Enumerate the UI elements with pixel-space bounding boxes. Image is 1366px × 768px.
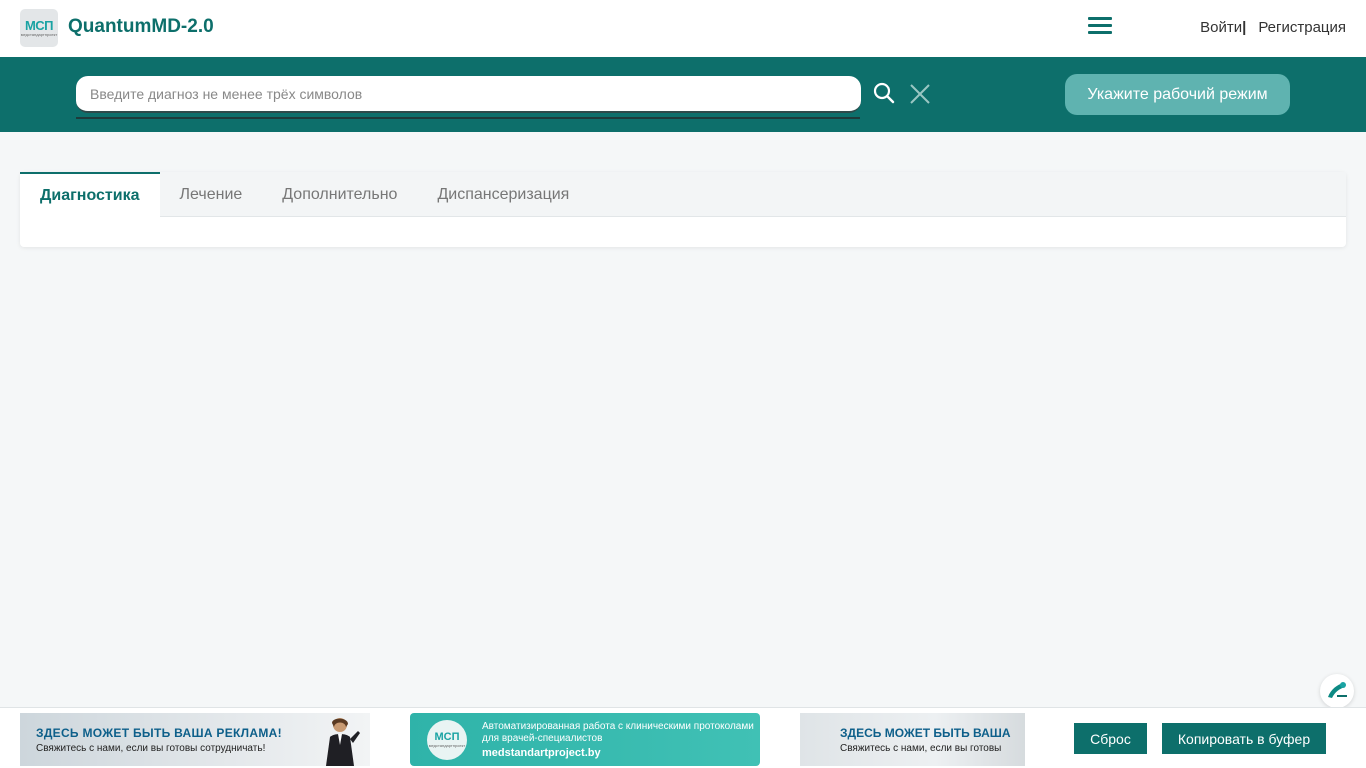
tab-dispensary[interactable]: Диспансеризация [417, 172, 589, 217]
search-icon[interactable] [872, 81, 896, 105]
logo[interactable]: МСП медстандартпроект [20, 9, 58, 47]
logo-subtext: медстандартпроект [20, 31, 58, 37]
register-link[interactable]: Регистрация [1258, 19, 1346, 36]
ad-banner-3[interactable]: ЗДЕСЬ МОЖЕТ БЫТЬ ВАША Свяжитесь с нами, … [800, 713, 1025, 766]
search-bar: Укажите рабочий режим [0, 57, 1366, 132]
search-underline [76, 117, 860, 119]
ad-banner-2-text: Автоматизированная работа с клиническими… [482, 720, 754, 744]
ad-banner-3-subtitle: Свяжитесь с нами, если вы готовы [840, 742, 1002, 754]
ad-banner-2[interactable]: МСП медстандартпроект Автоматизированная… [410, 713, 760, 766]
auth-separator: | [1242, 19, 1247, 36]
auth-links: Войти | Регистрация [1200, 19, 1346, 36]
menu-icon[interactable] [1088, 17, 1112, 37]
feedback-icon[interactable] [1320, 674, 1354, 708]
ad-banner-3-title: ЗДЕСЬ МОЖЕТ БЫТЬ ВАША [840, 725, 1011, 740]
app-title[interactable]: QuantumMD-2.0 [68, 16, 214, 38]
banner-logo-text: МСП [434, 731, 460, 743]
reset-button[interactable]: Сброс [1074, 723, 1147, 754]
person-illustration [326, 718, 360, 766]
diagnosis-search-input[interactable] [76, 76, 861, 113]
logo-text: МСП [24, 17, 54, 33]
banner-logo: МСП медстандартпроект [427, 720, 467, 760]
copy-to-clipboard-button[interactable]: Копировать в буфер [1162, 723, 1326, 754]
login-link[interactable]: Войти [1200, 19, 1242, 36]
tab-additional[interactable]: Дополнительно [262, 172, 417, 217]
bottom-bar: ЗДЕСЬ МОЖЕТ БЫТЬ ВАША РЕКЛАМА! Свяжитесь… [0, 707, 1366, 768]
tabs-panel: Диагностика Лечение Дополнительно Диспан… [20, 172, 1346, 247]
tab-treatment[interactable]: Лечение [160, 172, 263, 217]
work-mode-button[interactable]: Укажите рабочий режим [1065, 74, 1290, 115]
close-icon[interactable] [908, 82, 932, 106]
tabs-row: Диагностика Лечение Дополнительно Диспан… [20, 172, 1346, 217]
banner-logo-subtext: медстандартпроект [428, 743, 466, 748]
ad-banner-2-url: medstandartproject.by [482, 746, 601, 759]
top-bar: МСП медстандартпроект QuantumMD-2.0 Войт… [0, 0, 1366, 57]
ad-banner-1[interactable]: ЗДЕСЬ МОЖЕТ БЫТЬ ВАША РЕКЛАМА! Свяжитесь… [20, 713, 370, 766]
tab-diagnostics[interactable]: Диагностика [20, 172, 160, 217]
